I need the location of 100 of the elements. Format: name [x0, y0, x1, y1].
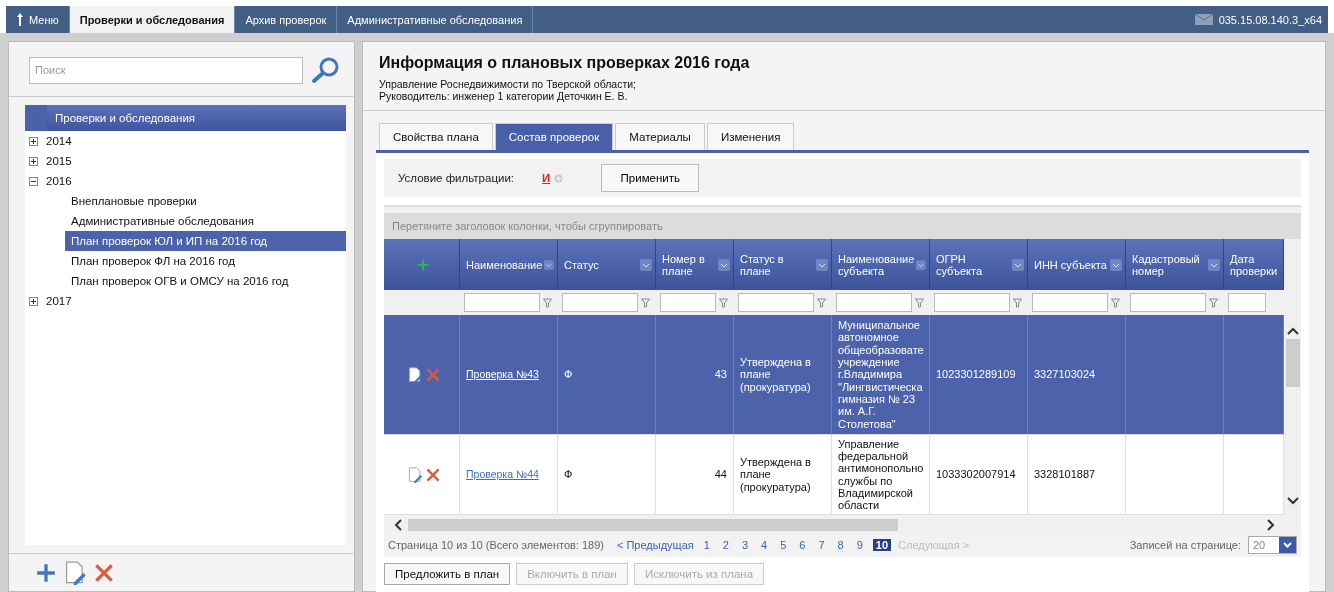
tree-item[interactable]: 2016	[25, 171, 346, 191]
scrollbar-thumb[interactable]	[408, 519, 898, 531]
column-header[interactable]: ОГРН субъекта	[930, 239, 1028, 290]
tree-item[interactable]: План проверок ОГВ и ОМСУ на 2016 год	[65, 271, 346, 291]
funnel-icon[interactable]	[1111, 297, 1120, 308]
tree-item[interactable]: 2014	[25, 131, 346, 151]
edit-document-icon[interactable]	[407, 466, 423, 483]
filter-field[interactable]	[836, 293, 912, 312]
mail-icon[interactable]	[1194, 14, 1213, 25]
funnel-icon[interactable]	[543, 297, 552, 308]
add-icon[interactable]	[35, 561, 57, 584]
funnel-icon[interactable]	[915, 297, 924, 308]
dropdown-icon[interactable]	[544, 258, 554, 271]
dropdown-icon[interactable]	[640, 258, 652, 271]
group-hint: Перетяните заголовок колонки, чтобы сгруппировать	[384, 213, 1301, 239]
column-header[interactable]: Кадастровый номер	[1126, 239, 1224, 290]
column-header[interactable]: Наименование	[460, 239, 558, 290]
page-link[interactable]: 10	[872, 539, 892, 551]
page-link[interactable]: 5	[777, 539, 790, 551]
tree-item[interactable]: План проверок ФЛ на 2016 год	[65, 251, 346, 271]
table-cell: Утверждена в плане (прокуратура)	[734, 435, 832, 515]
page-link[interactable]: 9	[853, 539, 866, 551]
page-link[interactable]: 3	[738, 539, 752, 551]
dropdown-icon[interactable]	[718, 258, 730, 271]
version-text: 035.15.08.140.3_x64	[1218, 13, 1322, 26]
tree-item[interactable]: План проверок ЮЛ и ИП на 2016 год	[65, 231, 346, 251]
search-icon[interactable]	[311, 56, 341, 84]
dropdown-icon[interactable]	[916, 258, 926, 271]
filter-field[interactable]	[738, 293, 814, 312]
previous-link[interactable]: < Предыдущая	[616, 539, 694, 551]
column-header[interactable]: Дата проверки	[1224, 239, 1284, 290]
column-header[interactable]: Статус	[558, 239, 656, 290]
tab[interactable]: Состав проверок	[494, 123, 614, 150]
inspection-link[interactable]: Проверка №44	[466, 468, 539, 481]
table-cell: Ф	[558, 435, 656, 515]
tab[interactable]: Свойства плана	[379, 123, 493, 150]
collapse-icon[interactable]	[29, 176, 38, 186]
caret-icon	[1283, 542, 1292, 548]
edit-document-icon[interactable]	[407, 366, 423, 383]
tree-item[interactable]: 2015	[25, 151, 346, 171]
expand-icon[interactable]	[29, 156, 38, 166]
scroll-left-button[interactable]	[394, 519, 402, 531]
subtitle-text: Управление Роснедвижимости по Тверской области;	[379, 78, 637, 90]
tab[interactable]: Материалы	[615, 123, 705, 150]
page-link[interactable]: 6	[796, 539, 809, 551]
filter-field[interactable]	[660, 293, 716, 312]
scroll-right-button[interactable]	[1267, 519, 1275, 531]
table-cell: 43	[656, 315, 734, 435]
page-title: Информация о плановых проверках 2016 года	[379, 54, 751, 72]
action-button[interactable]: Предложить в план	[384, 563, 511, 585]
page-link[interactable]: 7	[815, 539, 828, 551]
funnel-icon[interactable]	[1013, 297, 1022, 308]
funnel-icon[interactable]	[719, 297, 728, 308]
table-cell: 3327103024	[1028, 315, 1126, 435]
operator-link[interactable]: И	[542, 172, 551, 184]
table-cell: Утверждена в плане (прокуратура)	[734, 315, 832, 435]
table-cell: 1033302007914	[930, 435, 1028, 515]
page-link[interactable]: 8	[834, 539, 847, 551]
add-row-icon[interactable]	[416, 257, 430, 272]
page-link[interactable]: 2	[719, 539, 732, 551]
filter-field[interactable]	[464, 293, 540, 312]
scroll-up-button[interactable]	[1286, 327, 1299, 335]
tree-item[interactable]: 2017	[25, 291, 346, 311]
tree-item[interactable]: Внеплановые проверки	[65, 191, 346, 211]
expand-icon[interactable]	[29, 136, 38, 146]
filter-field[interactable]	[1032, 293, 1108, 312]
dropdown-icon[interactable]	[1110, 258, 1122, 271]
dropdown-icon[interactable]	[1208, 258, 1220, 271]
dropdown-icon[interactable]	[816, 258, 828, 271]
delete-icon[interactable]	[425, 466, 441, 483]
scroll-down-button[interactable]	[1286, 497, 1299, 505]
page-link[interactable]: 4	[758, 539, 771, 551]
inspection-link[interactable]: Проверка №43	[466, 368, 539, 381]
tree-item[interactable]: Административные обследования	[65, 211, 346, 231]
delete-icon[interactable]	[93, 561, 115, 584]
edit-document-icon[interactable]	[63, 560, 87, 585]
nav-tab[interactable]: Проверки и обследования	[69, 6, 236, 33]
filter-field[interactable]	[934, 293, 1010, 312]
apply-button[interactable]: Применить	[601, 164, 700, 192]
dropdown-icon[interactable]	[1012, 258, 1024, 271]
arrow-up-icon	[16, 13, 24, 26]
tab[interactable]: Изменения	[706, 123, 795, 150]
column-header[interactable]: ИНН субъекта	[1028, 239, 1126, 290]
funnel-icon[interactable]	[1209, 297, 1218, 308]
column-header[interactable]: Статус в плане	[734, 239, 832, 290]
table-cell: 44	[656, 435, 734, 515]
add-condition-icon[interactable]	[554, 173, 564, 183]
page-link[interactable]: 1	[700, 539, 713, 551]
column-header[interactable]: Наименование субъекта	[832, 239, 930, 290]
funnel-icon[interactable]	[817, 297, 826, 308]
page-size-select[interactable]: 20	[1248, 536, 1297, 554]
pager-summary: Страница 10 из 10 (Всего элементов: 189)	[388, 539, 604, 551]
column-header[interactable]: Номер в плане	[656, 239, 734, 290]
expand-icon[interactable]	[29, 296, 38, 306]
filter-field[interactable]	[562, 293, 638, 312]
filter-field[interactable]	[1130, 293, 1206, 312]
search-field[interactable]: Поиск	[29, 56, 303, 84]
scrollbar-thumb[interactable]	[1285, 339, 1300, 387]
funnel-icon[interactable]	[641, 297, 650, 308]
filter-field[interactable]	[1228, 293, 1266, 312]
